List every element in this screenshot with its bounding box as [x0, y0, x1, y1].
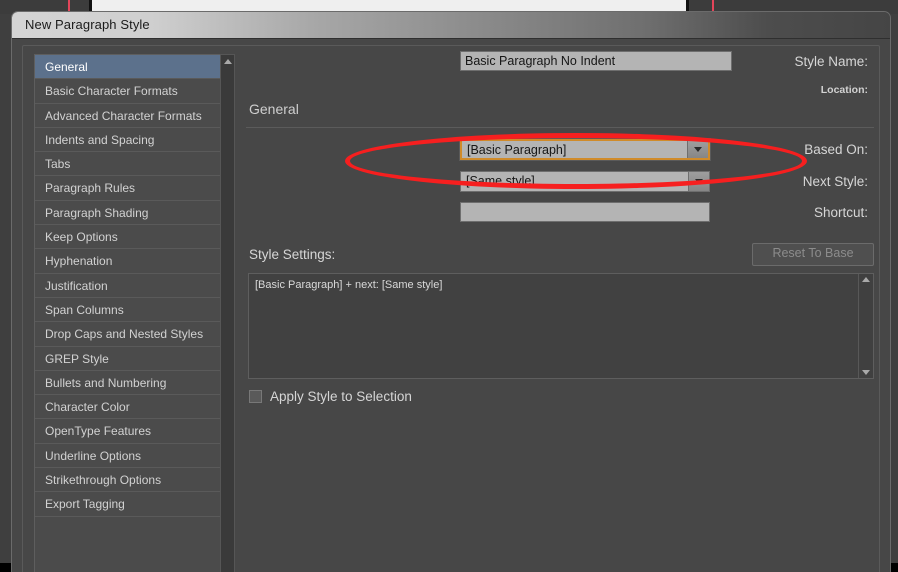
sidebar-item-basic-character-formats[interactable]: Basic Character Formats — [35, 79, 221, 104]
location-row: Location: — [244, 79, 876, 101]
triangle-up-icon — [862, 277, 870, 282]
sidebar-item-strikethrough-options[interactable]: Strikethrough Options — [35, 468, 221, 493]
dialog-titlebar[interactable]: New Paragraph Style — [12, 12, 890, 39]
scroll-down-button[interactable] — [859, 370, 873, 375]
settings-content-pane: Style Name: Basic Paragraph No Indent Lo… — [244, 51, 876, 572]
sidebar-item-drop-caps-and-nested-styles[interactable]: Drop Caps and Nested Styles — [35, 322, 221, 347]
style-settings-box[interactable]: [Basic Paragraph] + next: [Same style] — [248, 273, 874, 379]
apply-style-label: Apply Style to Selection — [270, 389, 412, 404]
sidebar-item-paragraph-shading[interactable]: Paragraph Shading — [35, 200, 221, 226]
sidebar-item-opentype-features[interactable]: OpenType Features — [35, 419, 221, 444]
apply-style-checkbox[interactable] — [249, 390, 262, 403]
sidebar-item-grep-style[interactable]: GREP Style — [35, 346, 221, 371]
section-divider — [246, 127, 874, 128]
location-label: Location: — [820, 84, 868, 96]
sidebar-item-paragraph-rules[interactable]: Paragraph Rules — [35, 176, 221, 201]
category-list-scrollbar[interactable] — [220, 54, 235, 572]
scroll-up-button[interactable] — [859, 277, 873, 282]
shortcut-row: Shortcut: — [244, 202, 876, 228]
sidebar-item-general[interactable]: General — [35, 55, 221, 80]
location-value — [460, 79, 464, 99]
triangle-down-icon — [862, 370, 870, 375]
section-title-general: General — [249, 101, 299, 117]
based-on-dropdown[interactable]: [Basic Paragraph] — [459, 138, 711, 161]
next-style-row: Next Style: [Same style] — [244, 171, 876, 197]
scroll-up-button[interactable] — [221, 55, 234, 68]
sidebar-item-keep-options[interactable]: Keep Options — [35, 225, 221, 250]
style-settings-label: Style Settings: — [249, 247, 336, 262]
next-style-value: [Same style] — [466, 174, 535, 188]
category-list-filler — [35, 516, 221, 572]
dialog-body: General Basic Character Formats Advanced… — [12, 39, 890, 572]
based-on-value: [Basic Paragraph] — [467, 143, 567, 157]
sidebar-item-hyphenation[interactable]: Hyphenation — [35, 249, 221, 274]
next-style-dropdown-arrow[interactable] — [688, 172, 709, 191]
sidebar-item-justification[interactable]: Justification — [35, 273, 221, 298]
sidebar-item-underline-options[interactable]: Underline Options — [35, 443, 221, 469]
sidebar-item-tabs[interactable]: Tabs — [35, 152, 221, 177]
sidebar-item-export-tagging[interactable]: Export Tagging — [35, 492, 221, 517]
chevron-down-icon — [694, 147, 702, 152]
triangle-up-icon — [223, 59, 232, 64]
sidebar-item-advanced-character-formats[interactable]: Advanced Character Formats — [35, 103, 221, 128]
sidebar-item-bullets-and-numbering[interactable]: Bullets and Numbering — [35, 370, 221, 396]
new-paragraph-style-dialog: New Paragraph Style General Basic Charac… — [12, 12, 890, 572]
sidebar-item-indents-and-spacing[interactable]: Indents and Spacing — [35, 127, 221, 153]
style-settings-text: [Basic Paragraph] + next: [Same style] — [255, 279, 443, 291]
style-name-input[interactable]: Basic Paragraph No Indent — [460, 51, 732, 71]
next-style-dropdown[interactable]: [Same style] — [460, 171, 710, 192]
apply-style-to-selection-row[interactable]: Apply Style to Selection — [249, 389, 412, 404]
shortcut-input[interactable] — [460, 202, 710, 222]
style-name-row: Style Name: Basic Paragraph No Indent — [244, 51, 876, 77]
category-list[interactable]: General Basic Character Formats Advanced… — [34, 54, 222, 572]
style-settings-scrollbar[interactable] — [858, 274, 873, 378]
based-on-dropdown-arrow[interactable] — [687, 141, 708, 158]
sidebar-item-character-color[interactable]: Character Color — [35, 395, 221, 420]
dialog-title: New Paragraph Style — [25, 17, 150, 32]
chevron-down-icon — [695, 179, 703, 184]
based-on-row: Based On: [Basic Paragraph] — [244, 138, 876, 165]
sidebar-item-span-columns[interactable]: Span Columns — [35, 297, 221, 323]
reset-to-base-button[interactable]: Reset To Base — [752, 243, 874, 266]
